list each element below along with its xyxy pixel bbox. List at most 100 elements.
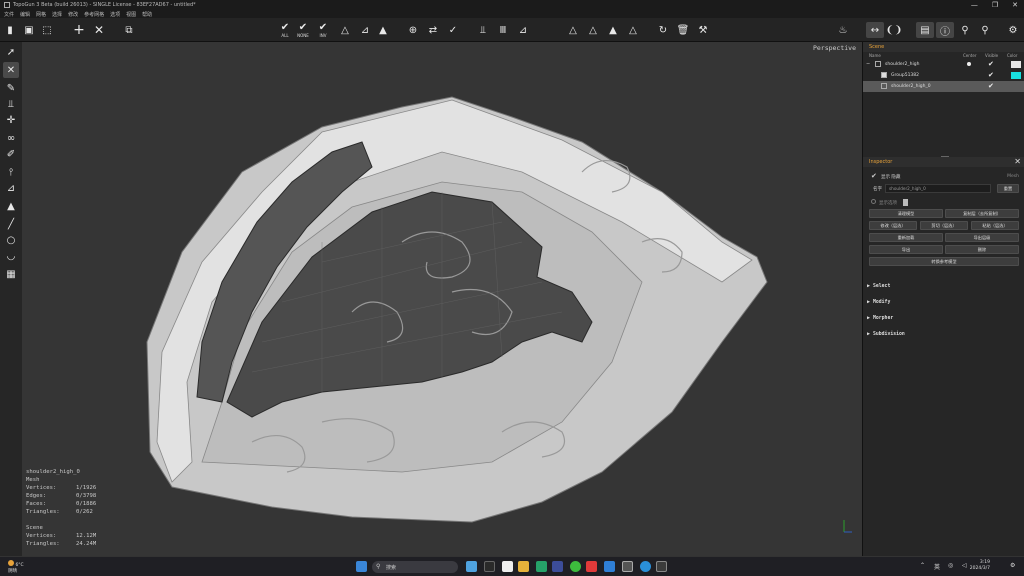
menu-view[interactable]: 视图 [126,11,136,18]
select-none-button[interactable]: ✔ NONE [295,22,311,38]
line-tool-icon[interactable]: ╱ [3,216,19,232]
trash-icon[interactable]: 🗑 [676,22,690,38]
select-all-button[interactable]: ✔ ALL [278,22,292,38]
tube-tool-icon[interactable]: ◡ [3,248,19,264]
clock[interactable]: 3:19 2024/3/7 [970,560,990,572]
circle-tool-icon[interactable]: ○ [3,232,19,248]
check-mark-icon[interactable]: ✓ [446,22,460,38]
select-triangle-icon[interactable]: △ [338,22,352,38]
tri-fill-icon[interactable]: ▲ [606,22,620,38]
3d-viewport[interactable]: Perspective shoulder2_high_0 Mesh Vertic… [22,42,862,556]
center-radio[interactable] [967,62,971,66]
export-layer-button[interactable]: 导出层级 [945,233,1019,242]
transform-tool-icon[interactable]: ✕ [3,62,19,78]
split-tool-icon[interactable]: ✛ [3,112,19,128]
bars-icon[interactable]: Ⅲ [496,22,510,38]
search-box[interactable]: ⚲ 搜索 [372,561,458,573]
tri-select-b-icon[interactable]: △ [586,22,600,38]
collapse-icon[interactable]: − [866,61,870,67]
refresh-icon[interactable]: ↻ [656,22,670,38]
ime-indicator[interactable]: 英 [934,562,940,571]
menu-reference-mesh[interactable]: 参考网格 [84,11,104,18]
section-morpher[interactable]: ▶ Morpher [863,311,1024,327]
view-mode-label[interactable]: Perspective [813,44,856,52]
modify-layer-button[interactable]: 修改（层选） [869,221,917,230]
menu-select[interactable]: 选择 [52,11,62,18]
app-red-icon[interactable] [586,561,597,572]
minimize-button[interactable]: — [971,1,978,9]
app-green-icon[interactable] [536,561,547,572]
section-select[interactable]: ▶ Select [863,279,1024,295]
menu-edit[interactable]: 编辑 [20,11,30,18]
export-button[interactable]: 导出 [869,245,943,254]
app-folder-icon[interactable] [518,561,529,572]
app-window-icon[interactable] [656,561,667,572]
app-store-icon[interactable] [502,561,513,572]
color-swatch[interactable] [1011,61,1021,68]
save-icon[interactable]: ▣ [22,22,36,38]
menu-modify[interactable]: 修改 [68,11,78,18]
move-toggle-icon[interactable]: ↔ [866,22,884,38]
panel-toggle-icon[interactable]: ▤ [916,22,934,38]
info-icon[interactable]: ⓘ [936,22,954,38]
scene-row[interactable]: Group51382 ✔ [863,70,1024,81]
render-icon[interactable]: ♨ [836,22,850,38]
app-taskview-icon[interactable] [484,561,495,572]
scene-row-selected[interactable]: shoulder2_high_0 ✔ [863,81,1024,92]
tri-select-a-icon[interactable]: △ [566,22,580,38]
opacity-slider[interactable] [903,199,908,206]
brush-tool-icon[interactable]: ✐ [3,146,19,162]
app-ps-icon[interactable] [552,561,563,572]
weather-widget[interactable]: 6°C 阴晴 [8,560,24,575]
clean-model-button[interactable]: 清理模型 [869,209,943,218]
settings-gear-icon[interactable]: ⚙ [1006,22,1020,38]
add-icon[interactable]: + [72,22,86,38]
app-chat-icon[interactable] [570,561,581,572]
rename-button[interactable]: 重置 [997,184,1019,193]
pen-tool-icon[interactable]: ✎ [3,80,19,96]
delete-x-icon[interactable]: ✕ [92,22,106,38]
select-fill-icon[interactable]: ▲ [376,22,390,38]
fill-tool-icon[interactable]: ⊿ [3,180,19,196]
draw-tool-icon[interactable]: ⫯ [3,164,19,180]
tools-icon[interactable]: ⚒ [696,22,710,38]
menu-help[interactable]: 帮助 [142,11,152,18]
start-icon[interactable] [356,561,367,572]
show-checkbox[interactable]: ✔ [871,172,877,180]
swap-icon[interactable]: ⇄ [426,22,440,38]
new-file-icon[interactable]: ▮ [4,22,16,38]
opacity-radio[interactable] [871,199,876,204]
cut-layer-button[interactable]: 剪切（层选） [920,221,968,230]
close-icon[interactable]: ✕ [1014,157,1021,167]
snap-icon[interactable]: ⊿ [516,22,530,38]
select-invert-button[interactable]: ✔ INV [316,22,330,38]
app-browser-icon[interactable] [640,561,651,572]
bridge-tool-icon[interactable]: ⫫ [3,96,19,112]
paste-layer-button[interactable]: 粘贴（层选） [971,221,1019,230]
visible-checkbox[interactable]: ✔ [988,60,994,68]
convert-reference-button[interactable]: 转换参考模型 [869,257,1019,266]
visible-checkbox[interactable]: ✔ [988,82,994,90]
tray-chevron-icon[interactable]: ⌃ [920,562,925,569]
name-input[interactable]: shoulder2_high_0 [885,184,991,193]
section-modify[interactable]: ▶ Modify [863,295,1024,311]
volume-icon[interactable]: ◁ [962,562,967,569]
fan-tool-icon[interactable]: ▲ [3,198,19,214]
maximize-button[interactable]: ❐ [992,1,998,9]
symmetry-icon[interactable]: ❨❩ [886,22,903,38]
network-icon[interactable]: ◎ [948,562,953,569]
app-topogun-icon[interactable] [622,561,633,572]
mirror-icon[interactable]: ⊕ [406,22,420,38]
delete-button[interactable]: 删除 [945,245,1019,254]
align-icon[interactable]: ⫫ [476,22,490,38]
app-edge-icon[interactable] [466,561,477,572]
export-icon[interactable]: ⬚ [40,22,54,38]
visibility-icon[interactable]: ⚲ [978,22,992,38]
scene-row[interactable]: − shoulder2_high ✔ [863,59,1024,70]
menu-file[interactable]: 文件 [4,11,14,18]
window-icon[interactable]: ⧉ [122,22,136,38]
section-subdivision[interactable]: ▶ Subdivision [863,327,1024,343]
app-blue-icon[interactable] [604,561,615,572]
tri-select-c-icon[interactable]: △ [626,22,640,38]
close-button[interactable]: ✕ [1012,1,1018,9]
